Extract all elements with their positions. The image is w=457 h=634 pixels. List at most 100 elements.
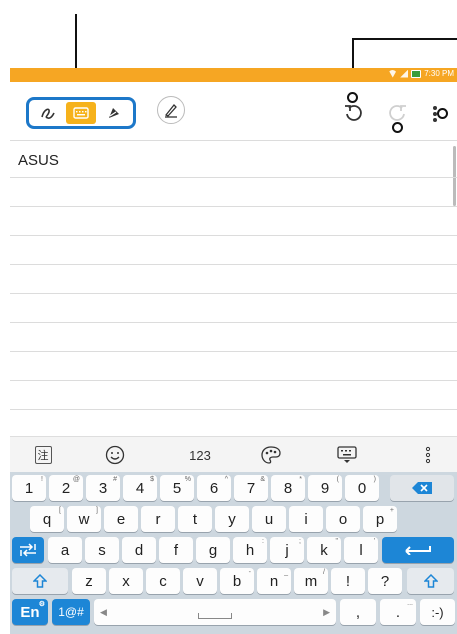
key-r-label: r: [155, 510, 161, 528]
key-e[interactable]: e: [104, 506, 138, 532]
keyboard-toolbar: 注 123: [10, 436, 457, 472]
key-d-label: d: [134, 541, 144, 559]
handwriting-input-button[interactable]: 注: [28, 437, 58, 473]
key-d[interactable]: d: [122, 537, 156, 563]
ruled-line: [10, 140, 457, 141]
key-5-sub: %: [184, 476, 191, 483]
keyboard-row-numbers: 1! 2 @3 #4 $5% 6 ^ 7 & 8 * 9(0): [10, 472, 457, 503]
key-b-sub: -: [248, 569, 251, 576]
key-q[interactable]: q[: [30, 506, 64, 532]
key-g[interactable]: g: [196, 537, 230, 563]
key-9[interactable]: 9(: [308, 475, 342, 501]
pen-settings-button[interactable]: [157, 96, 185, 124]
key-m-label: m: [304, 572, 318, 590]
key-s[interactable]: s: [85, 537, 119, 563]
draw-icon: [109, 108, 119, 118]
ruled-line: [10, 409, 457, 410]
key-c[interactable]: c: [146, 568, 180, 594]
key-a[interactable]: a: [48, 537, 82, 563]
shift-key-right[interactable]: [407, 568, 454, 594]
draw-mode-button[interactable]: [102, 102, 126, 124]
status-time: 7:30 PM: [424, 69, 454, 78]
key-6[interactable]: 6 ^: [197, 475, 231, 501]
key-6-label: 6: [209, 479, 219, 497]
ruled-line: [10, 380, 457, 381]
key-v[interactable]: v: [183, 568, 217, 594]
key-2[interactable]: 2 @: [49, 475, 83, 501]
note-editor[interactable]: ASUS: [10, 140, 457, 436]
period-key[interactable]: ....: [380, 599, 416, 625]
hide-keyboard-button[interactable]: [332, 437, 362, 473]
key-r[interactable]: r: [141, 506, 175, 532]
key-4[interactable]: 4 $: [123, 475, 157, 501]
screen: 7:30 PM ASUS 注 123 1 ! 2 @ 3 # 4 $ 5 % 6…: [0, 0, 457, 634]
key-w[interactable]: w]: [67, 506, 101, 532]
enter-key[interactable]: [382, 537, 454, 563]
toolbar: [10, 82, 457, 140]
wifi-icon: [388, 69, 398, 78]
key-y[interactable]: y: [215, 506, 249, 532]
key-m-sub: /: [323, 569, 325, 576]
key-8[interactable]: 8 *: [271, 475, 305, 501]
tab-key[interactable]: [12, 537, 44, 563]
key-u-label: u: [264, 510, 274, 528]
shift-key-left[interactable]: [12, 568, 68, 594]
key-w-sub: ]: [96, 507, 98, 514]
key-u[interactable]: u: [252, 506, 286, 532]
key-t[interactable]: t: [178, 506, 212, 532]
key-q-label: q: [42, 510, 52, 528]
key-v-label: v: [196, 572, 204, 590]
symbols-key[interactable]: 1@#: [52, 599, 90, 625]
key-m[interactable]: m /: [294, 568, 328, 594]
key-l[interactable]: l ': [344, 537, 378, 563]
key-h[interactable]: h:: [233, 537, 267, 563]
keyboard-more-button[interactable]: [418, 437, 438, 473]
undo-button[interactable]: [340, 100, 366, 126]
keyboard-hide-icon: [337, 446, 357, 463]
key-p[interactable]: p +: [363, 506, 397, 532]
key-j[interactable]: j;: [270, 537, 304, 563]
redo-icon: [389, 105, 406, 121]
key-7[interactable]: 7 &: [234, 475, 268, 501]
key-i[interactable]: i: [289, 506, 323, 532]
key-1[interactable]: 1!: [12, 475, 46, 501]
key-4-sub: $: [150, 476, 154, 483]
key-o[interactable]: o: [326, 506, 360, 532]
callout-line-undo: [352, 38, 457, 40]
ruled-line: [10, 293, 457, 294]
language-key[interactable]: En ⚙: [12, 599, 48, 625]
handwriting-mode-button[interactable]: [36, 102, 60, 124]
emoji-button[interactable]: [100, 437, 130, 473]
key-0-label: 0: [357, 479, 367, 497]
symbols-key-label: 1@#: [58, 605, 84, 619]
emoticon-key[interactable]: :-): [420, 599, 455, 625]
key-f[interactable]: f: [159, 537, 193, 563]
key-n[interactable]: n _: [257, 568, 291, 594]
key-0[interactable]: 0): [345, 475, 379, 501]
theme-button[interactable]: [256, 437, 286, 473]
period-key-label: .: [395, 603, 401, 621]
space-key[interactable]: ◀ ▶: [94, 599, 336, 625]
key-k-sub: ": [335, 538, 339, 545]
key-k[interactable]: k ": [307, 537, 341, 563]
key-8-label: 8: [283, 479, 293, 497]
backspace-key[interactable]: [390, 475, 454, 501]
key-9-sub: (: [336, 476, 339, 483]
key-3[interactable]: 3 #: [86, 475, 120, 501]
keyboard-mode-button[interactable]: [66, 102, 96, 124]
keyboard-row-space: En ⚙ 1@# ◀ ▶ , .... :-): [10, 596, 457, 634]
key-n-label: n: [269, 572, 279, 590]
scroll-thumb[interactable]: [453, 146, 456, 206]
keyboard-icon: [73, 107, 89, 119]
key-z[interactable]: z: [72, 568, 106, 594]
comma-key[interactable]: ,: [340, 599, 376, 625]
keyboard-row-bottom-letters: z x c v b - n _ m /!?: [10, 565, 457, 596]
key-j-sub: ;: [299, 538, 301, 545]
key-question[interactable]: ?: [368, 568, 402, 594]
note-text[interactable]: ASUS: [18, 152, 59, 169]
key-b[interactable]: b-: [220, 568, 254, 594]
numbers-button[interactable]: 123: [178, 437, 222, 473]
key-x[interactable]: x: [109, 568, 143, 594]
key-exclamation[interactable]: !: [331, 568, 365, 594]
key-5[interactable]: 5%: [160, 475, 194, 501]
